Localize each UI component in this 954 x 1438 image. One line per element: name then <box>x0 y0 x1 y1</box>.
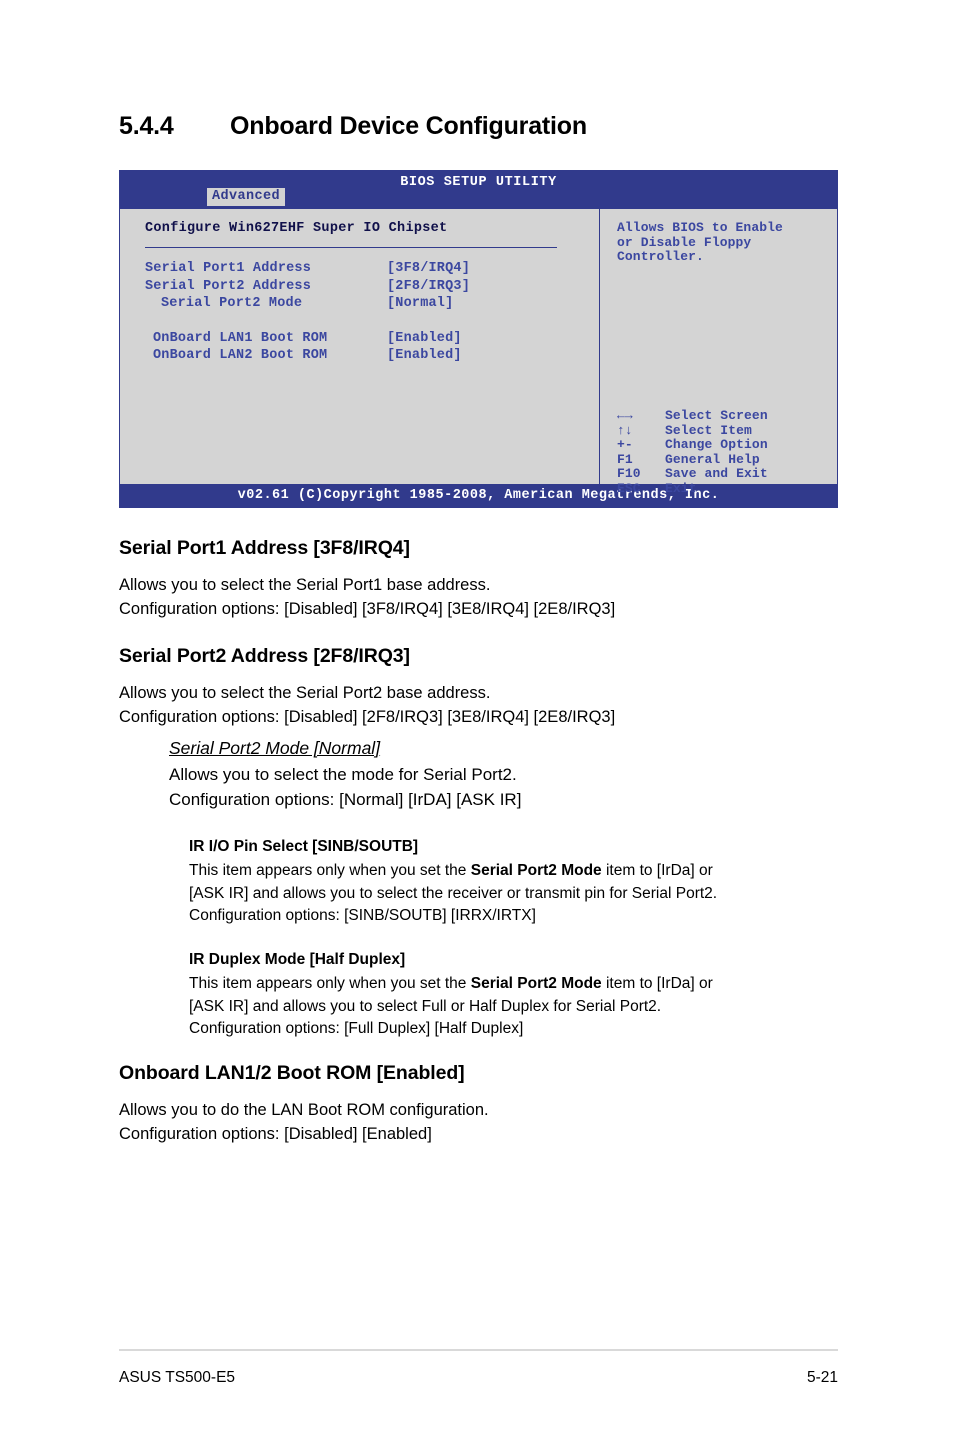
text-onboard-lan-options: Configuration options: [Disabled] [Enabl… <box>119 1125 432 1143</box>
text-emphasis-serial-port2-mode: Serial Port2 Mode <box>470 862 602 879</box>
legend-action: Select Item <box>665 422 752 438</box>
section-serial-port1: Serial Port1 Address [3F8/IRQ4] Allows y… <box>119 537 615 621</box>
bios-item-serial-port1-address[interactable]: Serial Port1 Address [3F8/IRQ4] <box>145 260 599 278</box>
section-number: 5.4.4 <box>119 112 174 140</box>
bios-item-label: OnBoard LAN2 Boot ROM <box>153 348 328 363</box>
section-serial-port2-mode: Serial Port2 Mode [Normal] Allows you to… <box>169 738 521 812</box>
bios-key-legend: ←→ Select Screen ↑↓ Select Item +- Chang… <box>617 408 768 497</box>
legend-row: ↑↓ Select Item <box>617 422 768 439</box>
text-ir-io-pin-line1: This item appears only when you set the … <box>189 860 717 883</box>
text-serial-port2-mode-description: Allows you to select the mode for Serial… <box>169 765 517 784</box>
bios-item-value: [Normal] <box>387 296 454 311</box>
text-serial-port2-mode-options: Configuration options: [Normal] [IrDA] [… <box>169 789 522 809</box>
legend-action: Save and Exit <box>665 466 768 482</box>
bios-help-pane: Allows BIOS to Enable or Disable Floppy … <box>600 209 837 495</box>
legend-action: General Help <box>665 451 760 467</box>
heading-ir-duplex-mode: IR Duplex Mode [Half Duplex] <box>189 951 406 968</box>
bios-config-title: Configure Win627EHF Super IO Chipset <box>145 221 448 236</box>
legend-row: ←→ Select Screen <box>617 408 768 424</box>
bios-divider <box>145 247 557 248</box>
bios-item-spacer <box>145 313 599 330</box>
bios-item-label: Serial Port1 Address <box>145 261 312 276</box>
legend-action: Exit <box>665 480 697 496</box>
text-serial-port1-options: Configuration options: [Disabled] [3F8/I… <box>119 600 616 618</box>
heading-ir-io-pin-select: IR I/O Pin Select [SINB/SOUTB] <box>189 838 419 855</box>
heading-serial-port2-address: Serial Port2 Address [2F8/IRQ3] <box>119 645 410 667</box>
text-ir-io-pin-options: Configuration options: [SINB/SOUTB] [IRR… <box>189 907 536 924</box>
bios-item-onboard-lan2-boot-rom[interactable]: OnBoard LAN2 Boot ROM [Enabled] <box>145 347 599 365</box>
bios-content-area: Configure Win627EHF Super IO Chipset Ser… <box>119 209 838 496</box>
legend-row: F10 Save and Exit <box>617 467 768 482</box>
text-fragment: This item appears only when you set the <box>189 975 471 992</box>
text-ir-duplex-line2: [ASK IR] and allows you to select Full o… <box>189 997 662 1015</box>
text-fragment: item to [IrDa] or <box>601 862 713 879</box>
esc-key: ESC <box>617 480 641 496</box>
footer-product-name: ASUS TS500-E5 <box>119 1369 236 1386</box>
bios-item-value: [3F8/IRQ4] <box>387 261 471 276</box>
footer-divider <box>119 1349 838 1351</box>
section-ir-duplex-mode: IR Duplex Mode [Half Duplex] This item a… <box>189 951 713 1041</box>
heading-serial-port2-mode: Serial Port2 Mode [Normal] <box>169 738 381 758</box>
bios-settings-pane: Configure Win627EHF Super IO Chipset Ser… <box>120 209 600 484</box>
bios-header-bar: BIOS SETUP UTILITY Advanced <box>119 170 838 209</box>
tab-advanced[interactable]: Advanced <box>207 188 286 206</box>
text-serial-port2-options: Configuration options: [Disabled] [2F8/I… <box>119 708 616 726</box>
bios-item-value: [2F8/IRQ3] <box>387 278 471 294</box>
text-ir-duplex-options: Configuration options: [Full Duplex] [Ha… <box>189 1020 524 1037</box>
up-down-arrow-icon: ↑↓ <box>617 422 633 438</box>
bios-item-onboard-lan1-boot-rom[interactable]: OnBoard LAN1 Boot ROM [Enabled] <box>145 330 599 348</box>
manual-page: 5.4.4 Onboard Device Configuration BIOS … <box>0 0 954 1438</box>
footer-page-number: 5-21 <box>806 1369 838 1386</box>
bios-item-value: [Enabled] <box>387 330 462 346</box>
text-fragment: item to [IrDa] or <box>601 975 713 992</box>
text-fragment: This item appears only when you set the <box>189 862 471 879</box>
legend-action: Select Screen <box>665 408 768 423</box>
legend-row: +- Change Option <box>617 438 768 453</box>
text-serial-port2-description: Allows you to select the Serial Port2 ba… <box>119 684 491 702</box>
bios-setup-screenshot: BIOS SETUP UTILITY Advanced Configure Wi… <box>119 170 838 508</box>
legend-row: F1 General Help <box>617 451 768 468</box>
heading-serial-port1-address: Serial Port1 Address [3F8/IRQ4] <box>119 537 410 559</box>
plus-minus-key: +- <box>617 437 633 453</box>
bios-item-label: OnBoard LAN1 Boot ROM <box>153 330 328 346</box>
page-title: 5.4.4 Onboard Device Configuration <box>119 112 587 141</box>
bios-help-text: Allows BIOS to Enable or Disable Floppy … <box>617 220 783 265</box>
section-serial-port2: Serial Port2 Address [2F8/IRQ3] Allows y… <box>119 645 615 729</box>
bios-item-label: Serial Port2 Address <box>145 278 312 294</box>
text-ir-io-pin-line2: [ASK IR] and allows you to select the re… <box>189 884 718 902</box>
f10-key: F10 <box>617 466 641 482</box>
heading-onboard-lan-boot-rom: Onboard LAN1/2 Boot ROM [Enabled] <box>119 1062 465 1084</box>
text-ir-duplex-line1: This item appears only when you set the … <box>189 973 713 996</box>
bios-item-serial-port2-mode[interactable]: Serial Port2 Mode [Normal] <box>145 295 599 313</box>
text-serial-port1-description: Allows you to select the Serial Port1 ba… <box>119 576 491 594</box>
bios-item-label: Serial Port2 Mode <box>161 296 303 311</box>
left-right-arrow-icon: ←→ <box>617 408 633 423</box>
section-onboard-lan-boot-rom: Onboard LAN1/2 Boot ROM [Enabled] Allows… <box>119 1062 489 1146</box>
bios-item-value: [Enabled] <box>387 348 462 363</box>
text-emphasis-serial-port2-mode: Serial Port2 Mode <box>470 975 602 992</box>
bios-item-serial-port2-address[interactable]: Serial Port2 Address [2F8/IRQ3] <box>145 278 599 296</box>
section-ir-io-pin-select: IR I/O Pin Select [SINB/SOUTB] This item… <box>189 838 717 928</box>
section-title: Onboard Device Configuration <box>230 112 587 140</box>
legend-action: Change Option <box>665 437 768 453</box>
text-onboard-lan-description: Allows you to do the LAN Boot ROM config… <box>119 1101 489 1119</box>
legend-row: ESC Exit <box>617 480 768 497</box>
f1-key: F1 <box>617 451 633 467</box>
